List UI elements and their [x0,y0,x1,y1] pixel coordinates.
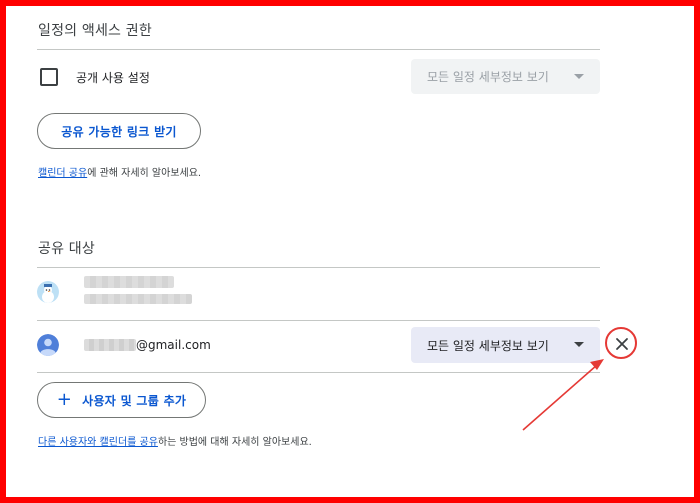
redacted-email [84,294,192,304]
redacted-email-local-part [84,339,136,351]
public-checkbox[interactable] [40,68,58,86]
close-icon [616,338,628,350]
remove-person-button[interactable] [612,334,632,354]
add-people-label: 사용자 및 그룹 추가 [82,393,187,408]
access-divider [37,49,600,50]
person-permission-select[interactable]: 모든 일정 세부정보 보기 [411,327,600,363]
public-permission-select: 모든 일정 세부정보 보기 [411,59,600,94]
redacted-name [84,276,174,288]
share-with-divider-bottom [37,372,600,373]
share-with-section-title: 공유 대상 [38,241,95,257]
share-with-others-info-text: 하는 방법에 대해 자세히 알아보세요. [157,437,312,448]
get-shareable-link-button[interactable]: 공유 가능한 링크 받기 [37,113,201,149]
calendar-sharing-info: 캘린더 공유에 관해 자세히 알아보세요. [38,164,201,179]
person-avatar-icon [37,334,59,356]
share-with-divider-top [37,267,600,268]
share-with-others-info: 다른 사용자와 캘린더를 공유하는 방법에 대해 자세히 알아보세요. [38,433,312,448]
chevron-down-icon [574,73,584,79]
access-section-title: 일정의 액세스 권한 [38,23,152,39]
plus-icon: + [56,389,73,410]
chevron-down-icon [574,342,584,347]
snowman-avatar-icon [37,281,59,303]
calendar-sharing-info-text: 에 관해 자세히 알아보세요. [87,168,202,179]
share-with-divider-middle [37,320,600,321]
add-people-button[interactable]: + 사용자 및 그룹 추가 [37,382,206,418]
public-permission-value: 모든 일정 세부정보 보기 [427,70,549,84]
public-checkbox-label: 공개 사용 설정 [76,71,150,85]
person-permission-value: 모든 일정 세부정보 보기 [427,338,549,353]
calendar-sharing-link[interactable]: 캘린더 공유 [38,168,87,179]
person-email: @gmail.com [136,338,211,352]
share-with-others-link[interactable]: 다른 사용자와 캘린더를 공유 [38,437,158,448]
